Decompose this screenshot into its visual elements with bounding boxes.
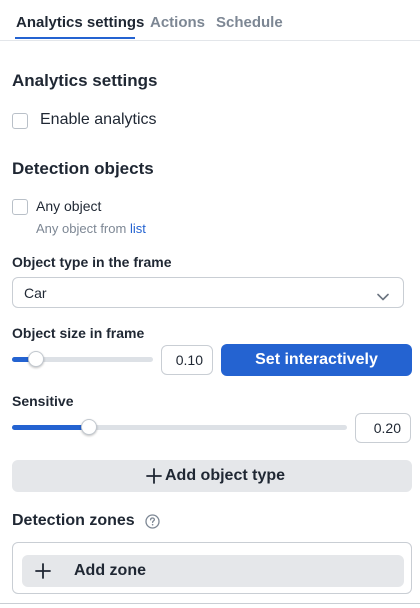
- object-size-slider-thumb[interactable]: [28, 351, 45, 367]
- plus-icon: [146, 468, 162, 489]
- object-type-label: Object type in the frame: [12, 254, 172, 270]
- enable-analytics-checkbox[interactable]: [12, 113, 28, 129]
- object-size-value-input[interactable]: 0.10: [161, 345, 213, 375]
- question-circle-icon[interactable]: [145, 514, 160, 534]
- any-object-hint-text: Any object from: [36, 221, 127, 236]
- any-object-hint: Any object from list: [36, 221, 146, 236]
- sensitive-slider-thumb[interactable]: [81, 419, 97, 435]
- set-interactively-button[interactable]: Set interactively: [221, 344, 412, 376]
- tab-schedule[interactable]: Schedule: [216, 14, 283, 31]
- object-type-select[interactable]: Car: [12, 277, 404, 308]
- detection-objects-title: Detection objects: [12, 159, 154, 178]
- object-size-label: Object size in frame: [12, 325, 145, 341]
- detection-zones-box: Add zone: [12, 542, 412, 594]
- divider: [0, 603, 420, 608]
- chevron-down-icon: [377, 288, 389, 306]
- tab-bar: Analytics settings Actions Schedule: [0, 0, 420, 41]
- analytics-settings-title: Analytics settings: [12, 71, 158, 90]
- sensitive-slider[interactable]: [12, 419, 347, 435]
- any-object-checkbox[interactable]: [12, 199, 28, 215]
- object-size-slider[interactable]: [12, 351, 153, 367]
- detection-zones-title: Detection zones: [12, 512, 135, 529]
- add-zone-button[interactable]: Add zone: [22, 555, 404, 587]
- enable-analytics-label[interactable]: Enable analytics: [40, 111, 157, 129]
- object-list-link[interactable]: list: [130, 221, 146, 236]
- tab-actions[interactable]: Actions: [150, 14, 205, 31]
- active-tab-indicator: [15, 37, 135, 39]
- add-object-type-button[interactable]: Add object type: [12, 460, 412, 492]
- object-type-value: Car: [24, 285, 47, 301]
- sensitive-slider-fill: [12, 425, 89, 430]
- plus-icon: [35, 563, 51, 584]
- any-object-label[interactable]: Any object: [36, 198, 101, 214]
- sensitive-label: Sensitive: [12, 393, 74, 409]
- add-object-type-label: Add object type: [165, 467, 286, 484]
- tab-analytics-settings[interactable]: Analytics settings: [16, 14, 144, 31]
- add-zone-label: Add zone: [74, 562, 146, 579]
- sensitive-value-input[interactable]: 0.20: [355, 413, 411, 443]
